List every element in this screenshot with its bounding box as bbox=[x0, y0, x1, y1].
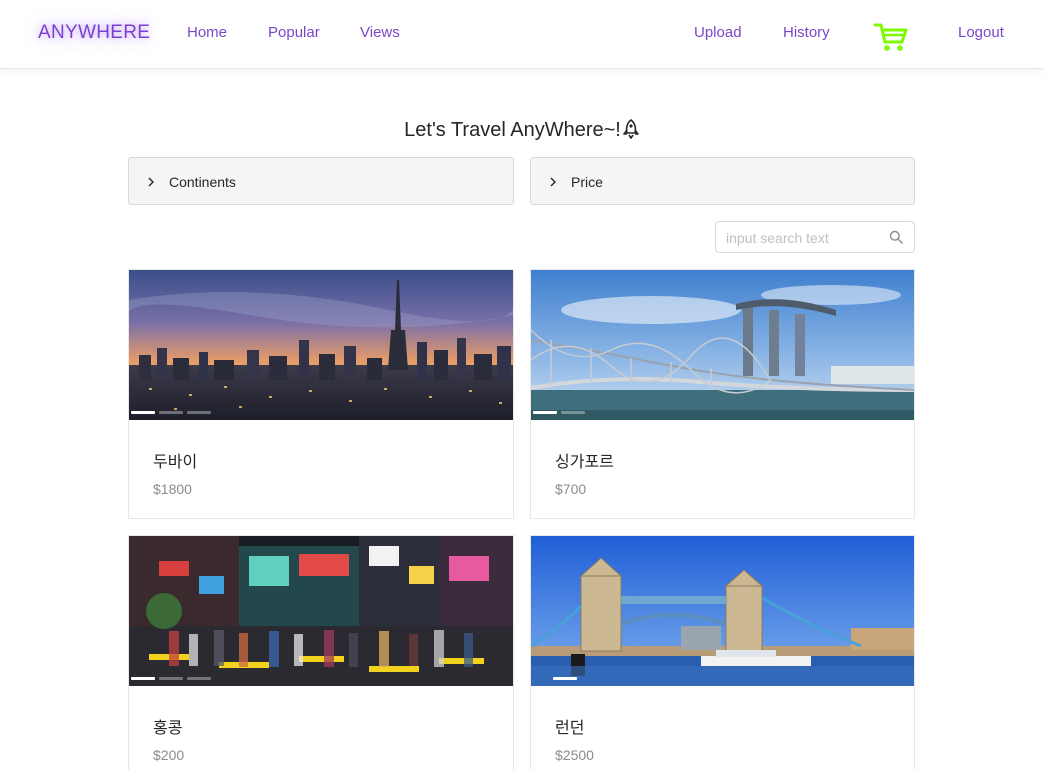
carousel-dot[interactable] bbox=[533, 411, 557, 414]
carousel-dots bbox=[131, 677, 211, 680]
page-title-text: Let's Travel AnyWhere~! bbox=[404, 119, 621, 141]
carousel-dot[interactable] bbox=[561, 411, 585, 414]
carousel-dot[interactable] bbox=[159, 411, 183, 414]
product-name: 두바이 bbox=[153, 454, 198, 471]
product-price: $1800 bbox=[153, 481, 192, 497]
singapore-marina-bay-image bbox=[531, 270, 914, 420]
product-card[interactable]: 싱가포르 $700 bbox=[530, 269, 915, 519]
nav-popular-link[interactable]: Popular bbox=[268, 24, 320, 41]
chevron-right-icon bbox=[548, 175, 558, 193]
carousel-dot[interactable] bbox=[187, 677, 211, 680]
continents-filter-label: Continents bbox=[169, 174, 236, 190]
product-card-body: 싱가포르 $700 bbox=[531, 420, 914, 518]
product-card[interactable]: 두바이 $1800 bbox=[128, 269, 514, 519]
dubai-skyline-image bbox=[129, 270, 513, 420]
nav-history-link[interactable]: History bbox=[783, 24, 830, 41]
product-card-body: 두바이 $1800 bbox=[129, 420, 513, 518]
search-input[interactable] bbox=[726, 228, 886, 248]
nav-home-link[interactable]: Home bbox=[187, 24, 227, 41]
product-card[interactable]: 홍콩 $200 bbox=[128, 535, 514, 770]
continents-filter-panel[interactable]: Continents bbox=[128, 157, 514, 205]
london-tower-bridge-image bbox=[531, 536, 914, 686]
product-image-carousel[interactable] bbox=[531, 536, 914, 686]
product-card[interactable]: 런던 $2500 bbox=[530, 535, 915, 770]
product-card-body: 홍콩 $200 bbox=[129, 686, 513, 770]
search-icon[interactable] bbox=[889, 230, 903, 249]
product-name: 런던 bbox=[555, 720, 585, 737]
carousel-dot[interactable] bbox=[553, 677, 577, 680]
product-price: $200 bbox=[153, 747, 185, 763]
nav-views-link[interactable]: Views bbox=[360, 24, 400, 41]
carousel-dots bbox=[533, 411, 585, 414]
product-name: 싱가포르 bbox=[555, 454, 614, 471]
product-price: $2500 bbox=[555, 747, 594, 763]
page-title: Let's Travel AnyWhere~! bbox=[0, 118, 1044, 145]
carousel-dots bbox=[553, 677, 577, 680]
chevron-right-icon bbox=[146, 175, 156, 193]
top-navbar: ANYWHERE Home Popular Views Upload Histo… bbox=[0, 0, 1044, 69]
product-image-carousel[interactable] bbox=[531, 270, 914, 420]
product-card-body: 런던 $2500 bbox=[531, 686, 914, 770]
product-name: 홍콩 bbox=[153, 720, 183, 737]
carousel-dot[interactable] bbox=[131, 411, 155, 414]
nav-logout-link[interactable]: Logout bbox=[958, 24, 1004, 41]
carousel-dots bbox=[131, 411, 211, 414]
price-filter-panel[interactable]: Price bbox=[530, 157, 915, 205]
search-box bbox=[715, 221, 915, 253]
carousel-dot[interactable] bbox=[187, 411, 211, 414]
product-image-carousel[interactable] bbox=[129, 270, 513, 420]
carousel-dot[interactable] bbox=[159, 677, 183, 680]
shopping-cart-icon[interactable] bbox=[873, 21, 909, 53]
carousel-dot[interactable] bbox=[131, 677, 155, 680]
price-filter-label: Price bbox=[571, 174, 603, 190]
nav-upload-link[interactable]: Upload bbox=[694, 24, 742, 41]
product-image-carousel[interactable] bbox=[129, 536, 513, 686]
product-price: $700 bbox=[555, 481, 587, 497]
rocket-icon bbox=[622, 118, 640, 145]
hong-kong-crossing-image bbox=[129, 536, 513, 686]
site-logo[interactable]: ANYWHERE bbox=[26, 12, 162, 54]
